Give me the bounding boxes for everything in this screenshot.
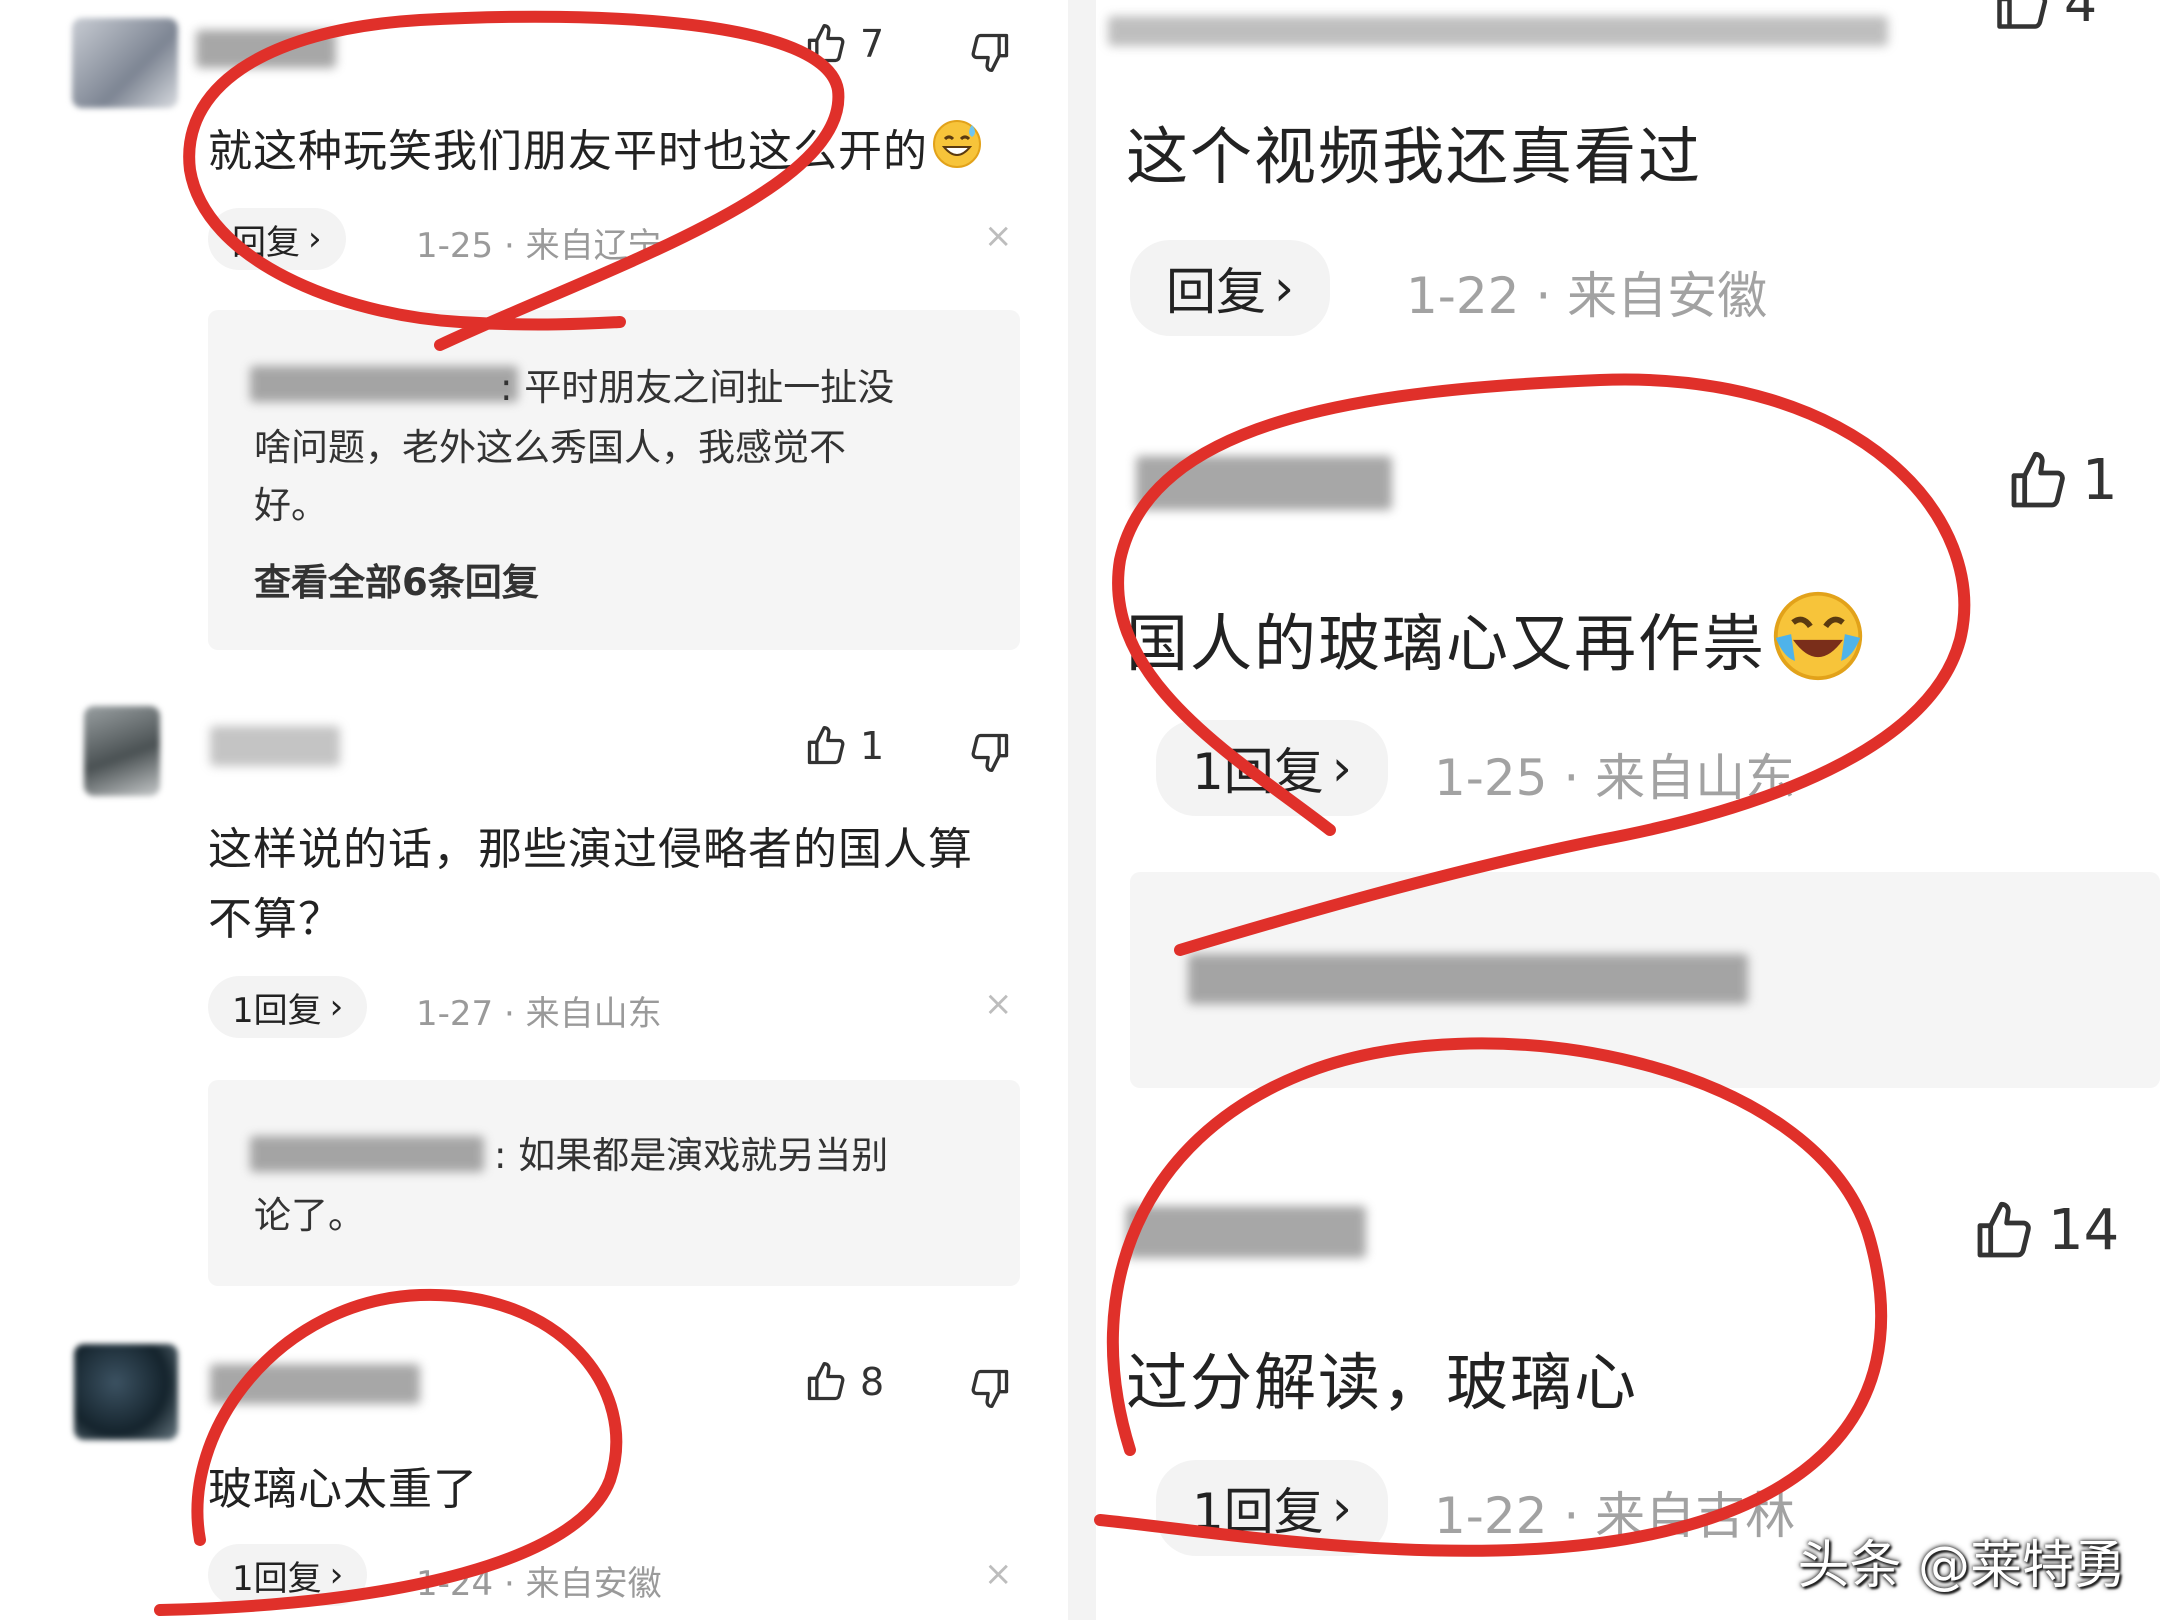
reply-text-line: 好。 [254, 484, 328, 527]
thumbs-up-icon [807, 726, 845, 765]
username-blurred[interactable] [210, 726, 340, 766]
chevron-right-icon: › [1274, 259, 1294, 317]
avatar[interactable] [84, 706, 160, 796]
panel-divider [1068, 0, 1096, 1620]
thumbs-up-icon [807, 24, 845, 63]
thumbs-down-icon [971, 733, 1009, 772]
close-icon[interactable]: × [984, 984, 1013, 1024]
blurred-text-strip [1108, 16, 1888, 46]
close-icon[interactable]: × [984, 1554, 1013, 1594]
like-button[interactable]: 1 [2006, 448, 2118, 513]
reply-button[interactable]: 回复 › [208, 208, 346, 270]
comment-text: 就这种玩笑我们朋友平时也这么开的 [208, 118, 982, 189]
reply-text-line: 啥问题，老外这么秀国人，我感觉不 [254, 426, 846, 469]
thumbs-up-icon [807, 1362, 845, 1401]
like-count: 7 [860, 22, 885, 66]
username-blurred[interactable] [1136, 456, 1392, 510]
comment-text: 过分解读，玻璃心 [1126, 1346, 1639, 1419]
sweat-smile-emoji [932, 119, 982, 189]
comment-text-line: 不算？ [208, 894, 343, 945]
right-comment-panel: 4 这个视频我还真看过 回复 › 1-22 · 来自安徽 1 国人的玻璃心又再作… [1096, 0, 2160, 1620]
thumbs-up-icon [1997, 0, 2048, 29]
thumbs-down-icon [971, 1369, 1009, 1408]
comment-text: 国人的玻璃心又再作祟 [1126, 588, 1866, 708]
reply-username-blurred[interactable] [1188, 954, 1748, 1004]
like-count: 1 [860, 724, 885, 768]
like-button[interactable]: 14 [1972, 1198, 2119, 1263]
dislike-button[interactable] [968, 30, 1012, 78]
chevron-right-icon: › [308, 219, 322, 259]
reply-text-line: : 平时朋友之间扯一扯没 [500, 366, 895, 409]
reply-username-blurred[interactable] [250, 1136, 484, 1172]
username-blurred[interactable] [196, 30, 336, 68]
reply-button[interactable]: 1回复 › [1156, 1460, 1388, 1556]
watermark: 头条 @莱特勇 [1797, 1536, 2126, 1596]
avatar[interactable] [74, 1344, 178, 1440]
comment-text: 玻璃心太重了 [208, 1464, 478, 1515]
chevron-right-icon: › [329, 987, 344, 1027]
username-blurred[interactable] [210, 1364, 420, 1404]
dislike-button[interactable] [968, 730, 1012, 778]
dislike-button[interactable] [968, 1366, 1012, 1414]
like-count: 14 [2048, 1198, 2120, 1263]
reply-button[interactable]: 1回复 › [1156, 720, 1388, 816]
thumbs-up-icon [2011, 451, 2065, 507]
comment-meta: 1-25 · 来自辽宁 [416, 226, 662, 266]
like-button[interactable]: 4 [1992, 0, 2097, 34]
comment-meta: 1-27 · 来自山东 [416, 994, 662, 1034]
comment-text: 这个视频我还真看过 [1126, 120, 1703, 193]
comment-meta: 1-25 · 来自山东 [1434, 749, 1796, 807]
reply-username-blurred[interactable] [250, 366, 518, 402]
chevron-right-icon: › [329, 1555, 344, 1595]
reply-button[interactable]: 1回复 › [208, 1544, 368, 1606]
avatar[interactable] [72, 18, 178, 108]
like-count: 8 [860, 1360, 885, 1404]
reply-button[interactable]: 回复 › [1130, 240, 1330, 336]
like-button[interactable]: 8 [804, 1360, 884, 1404]
view-all-replies-link[interactable]: 查看全部6条回复 [254, 552, 539, 606]
comment-meta: 1-22 · 来自吉林 [1434, 1487, 1796, 1545]
like-count: 1 [2082, 448, 2118, 513]
left-comment-panel: 7 就这种玩笑我们朋友平时也这么开的 回复 › 1-25 · 来自辽宁 × : … [0, 0, 1068, 1620]
close-icon[interactable]: × [984, 216, 1013, 256]
thumbs-up-icon [1977, 1201, 2031, 1257]
reply-button[interactable]: 1回复 › [208, 976, 368, 1038]
chevron-right-icon: › [1331, 1479, 1352, 1537]
reply-text-line: : 如果都是演戏就另当别 [494, 1134, 889, 1177]
comment-meta: 1-22 · 来自安徽 [1406, 267, 1768, 325]
crying-laugh-emoji [1770, 588, 1866, 708]
comment-text-line: 这样说的话，那些演过侵略者的国人算 [208, 824, 973, 875]
like-count: 4 [2064, 0, 2098, 34]
reply-text-line: 论了。 [254, 1194, 365, 1237]
thumbs-down-icon [971, 33, 1009, 72]
like-button[interactable]: 7 [804, 22, 884, 66]
like-button[interactable]: 1 [804, 724, 884, 768]
chevron-right-icon: › [1331, 739, 1352, 797]
username-blurred[interactable] [1126, 1206, 1366, 1258]
comment-meta: 1-24 · 来自安徽 [416, 1564, 662, 1604]
